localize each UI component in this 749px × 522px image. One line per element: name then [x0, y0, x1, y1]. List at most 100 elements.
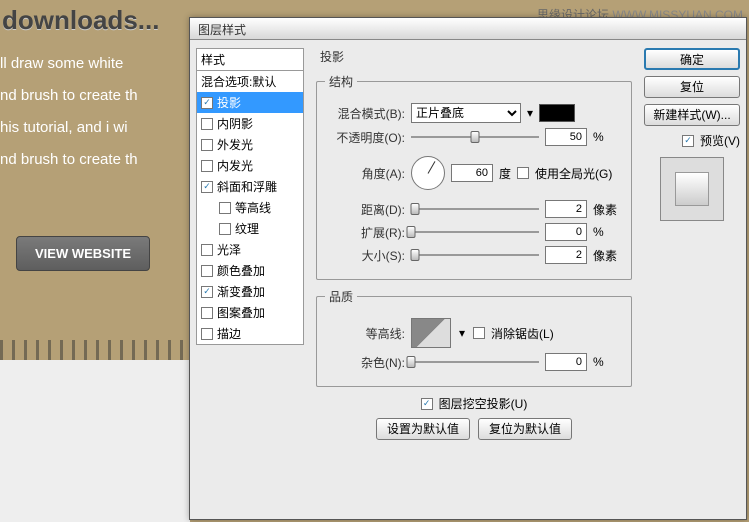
bg-heading: downloads... — [2, 0, 159, 42]
style-checkbox[interactable] — [201, 307, 213, 319]
style-label: 描边 — [217, 325, 241, 342]
ok-button[interactable]: 确定 — [644, 48, 740, 70]
contour-label: 等高线: — [325, 325, 405, 342]
panel-title: 投影 — [314, 46, 634, 69]
preview-checkbox[interactable] — [682, 135, 694, 147]
angle-unit: 度 — [499, 165, 511, 182]
style-item[interactable]: 斜面和浮雕 — [197, 176, 303, 197]
style-label: 渐变叠加 — [217, 283, 265, 300]
style-item[interactable]: 渐变叠加 — [197, 281, 303, 302]
styles-column: 样式 混合选项:默认投影内阴影外发光内发光斜面和浮雕等高线纹理光泽颜色叠加渐变叠… — [190, 40, 310, 519]
styles-header[interactable]: 样式 — [196, 48, 304, 71]
preview-label: 预览(V) — [700, 132, 740, 149]
knockout-checkbox[interactable] — [421, 398, 433, 410]
size-label: 大小(S): — [325, 247, 405, 264]
bg-line: nd brush to create th — [0, 84, 159, 108]
new-style-button[interactable]: 新建样式(W)... — [644, 104, 740, 126]
style-checkbox[interactable] — [201, 181, 213, 193]
angle-input[interactable] — [451, 164, 493, 182]
style-checkbox[interactable] — [219, 202, 231, 214]
layer-style-dialog: 图层样式 样式 混合选项:默认投影内阴影外发光内发光斜面和浮雕等高线纹理光泽颜色… — [189, 17, 747, 520]
bg-line: ll draw some white — [0, 52, 159, 76]
antialias-checkbox[interactable] — [473, 327, 485, 339]
style-item[interactable]: 等高线 — [197, 197, 303, 218]
knockout-label: 图层挖空投影(U) — [439, 395, 528, 412]
size-input[interactable] — [545, 246, 587, 264]
style-checkbox[interactable] — [201, 328, 213, 340]
style-label: 内发光 — [217, 157, 253, 174]
opacity-slider[interactable] — [411, 129, 539, 145]
shadow-color-swatch[interactable] — [539, 104, 575, 122]
style-label: 等高线 — [235, 199, 271, 216]
set-default-button[interactable]: 设置为默认值 — [376, 418, 470, 440]
blend-mode-select[interactable]: 正片叠底 — [411, 103, 521, 123]
style-item[interactable]: 混合选项:默认 — [197, 71, 303, 92]
dropdown-arrow-icon[interactable]: ▾ — [457, 326, 467, 340]
style-label: 纹理 — [235, 220, 259, 237]
dropdown-arrow-icon[interactable]: ▾ — [527, 106, 533, 120]
style-checkbox[interactable] — [201, 265, 213, 277]
styles-list: 混合选项:默认投影内阴影外发光内发光斜面和浮雕等高线纹理光泽颜色叠加渐变叠加图案… — [196, 71, 304, 345]
size-slider[interactable] — [411, 247, 539, 263]
structure-legend: 结构 — [325, 73, 357, 90]
reset-default-button[interactable]: 复位为默认值 — [478, 418, 572, 440]
noise-slider[interactable] — [411, 354, 539, 370]
buttons-column: 确定 复位 新建样式(W)... 预览(V) — [638, 40, 746, 519]
settings-column: 投影 结构 混合模式(B): 正片叠底 ▾ 不透明度(O): % 角度(A): — [310, 40, 638, 519]
style-label: 颜色叠加 — [217, 262, 265, 279]
noise-unit: % — [593, 355, 623, 369]
antialias-label: 消除锯齿(L) — [491, 325, 554, 342]
style-checkbox[interactable] — [201, 160, 213, 172]
cancel-button[interactable]: 复位 — [644, 76, 740, 98]
opacity-label: 不透明度(O): — [325, 129, 405, 146]
style-item[interactable]: 光泽 — [197, 239, 303, 260]
view-website-button[interactable]: VIEW WEBSITE — [16, 236, 150, 271]
style-label: 内阴影 — [217, 115, 253, 132]
distance-slider[interactable] — [411, 201, 539, 217]
style-label: 投影 — [217, 94, 241, 111]
angle-label: 角度(A): — [325, 165, 405, 182]
bg-line: his tutorial, and i wi — [0, 116, 159, 140]
noise-input[interactable] — [545, 353, 587, 371]
style-label: 混合选项:默认 — [201, 73, 276, 90]
distance-input[interactable] — [545, 200, 587, 218]
preview-swatch — [660, 157, 724, 221]
blend-mode-label: 混合模式(B): — [325, 105, 405, 122]
style-checkbox[interactable] — [201, 97, 213, 109]
style-item[interactable]: 外发光 — [197, 134, 303, 155]
spread-unit: % — [593, 225, 623, 239]
opacity-unit: % — [593, 130, 623, 144]
opacity-input[interactable] — [545, 128, 587, 146]
spread-input[interactable] — [545, 223, 587, 241]
style-item[interactable]: 描边 — [197, 323, 303, 344]
size-unit: 像素 — [593, 247, 623, 264]
style-checkbox[interactable] — [201, 286, 213, 298]
contour-picker[interactable] — [411, 318, 451, 348]
style-checkbox[interactable] — [219, 223, 231, 235]
global-light-checkbox[interactable] — [517, 167, 529, 179]
style-item[interactable]: 图案叠加 — [197, 302, 303, 323]
quality-fieldset: 品质 等高线: ▾ 消除锯齿(L) 杂色(N): % — [316, 288, 632, 387]
style-checkbox[interactable] — [201, 139, 213, 151]
style-item[interactable]: 纹理 — [197, 218, 303, 239]
style-label: 外发光 — [217, 136, 253, 153]
style-item[interactable]: 内阴影 — [197, 113, 303, 134]
style-checkbox[interactable] — [201, 118, 213, 130]
style-label: 斜面和浮雕 — [217, 178, 277, 195]
structure-fieldset: 结构 混合模式(B): 正片叠底 ▾ 不透明度(O): % 角度(A): — [316, 73, 632, 280]
noise-label: 杂色(N): — [325, 354, 405, 371]
style-item[interactable]: 内发光 — [197, 155, 303, 176]
style-item[interactable]: 投影 — [197, 92, 303, 113]
spread-slider[interactable] — [411, 224, 539, 240]
global-light-label: 使用全局光(G) — [535, 165, 612, 182]
style-label: 光泽 — [217, 241, 241, 258]
distance-unit: 像素 — [593, 201, 623, 218]
style-label: 图案叠加 — [217, 304, 265, 321]
angle-dial[interactable] — [411, 156, 445, 190]
style-checkbox[interactable] — [201, 244, 213, 256]
quality-legend: 品质 — [325, 288, 357, 305]
style-item[interactable]: 颜色叠加 — [197, 260, 303, 281]
dialog-title[interactable]: 图层样式 — [190, 18, 746, 40]
distance-label: 距离(D): — [325, 201, 405, 218]
paper-bg — [0, 360, 190, 522]
